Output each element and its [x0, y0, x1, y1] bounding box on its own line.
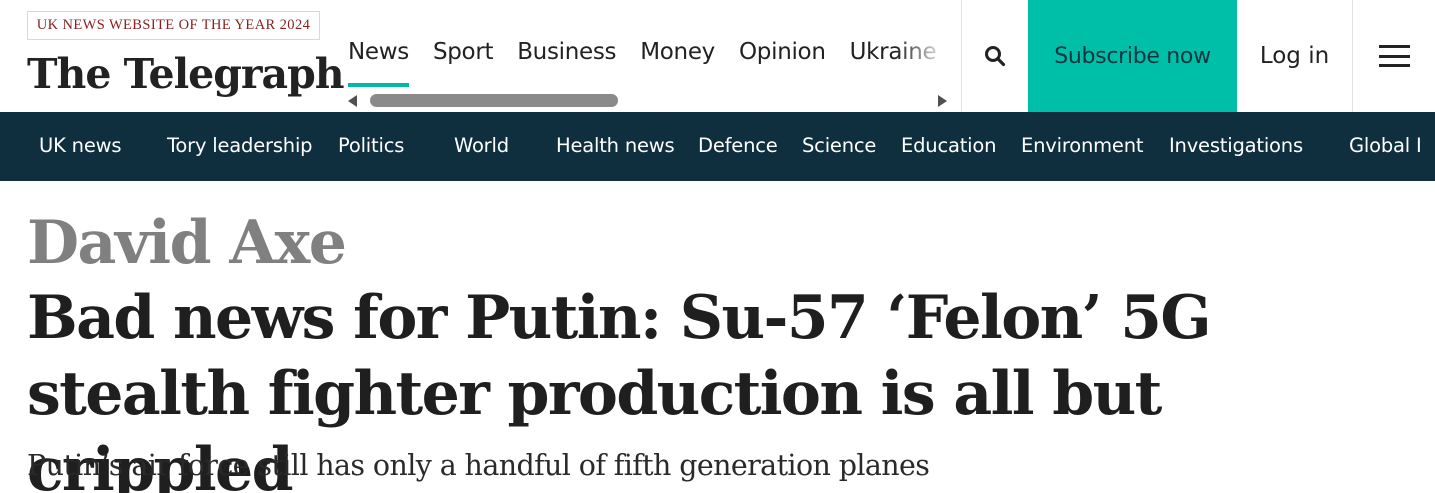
nav-fade-overlay — [896, 0, 956, 90]
author-name[interactable]: David Axe — [27, 205, 347, 281]
primary-nav-business[interactable]: Business — [517, 33, 616, 89]
secondary-nav-education[interactable]: Education — [901, 112, 996, 181]
secondary-nav-environment[interactable]: Environment — [1021, 112, 1144, 181]
primary-nav-money[interactable]: Money — [640, 33, 715, 89]
article-standfirst: Putin’s air force still has only a handf… — [27, 449, 930, 482]
secondary-nav-uk-news[interactable]: UK news — [39, 112, 122, 181]
secondary-nav-global[interactable]: Global I — [1349, 112, 1422, 181]
secondary-nav-politics[interactable]: Politics — [338, 112, 404, 181]
primary-nav-scrollbar[interactable] — [345, 90, 950, 110]
secondary-nav-science[interactable]: Science — [802, 112, 876, 181]
search-button[interactable] — [962, 0, 1028, 112]
site-header: UK NEWS WEBSITE OF THE YEAR 2024 The Tel… — [0, 0, 1435, 112]
secondary-nav-health-news[interactable]: Health news — [556, 112, 675, 181]
secondary-nav-world[interactable]: World — [454, 112, 509, 181]
primary-nav: News Sport Business Money Opinion Ukrain… — [336, 0, 956, 90]
award-badge: UK NEWS WEBSITE OF THE YEAR 2024 — [27, 11, 320, 40]
primary-nav-sport[interactable]: Sport — [433, 33, 494, 89]
secondary-nav-investigations[interactable]: Investigations — [1169, 112, 1303, 181]
scroll-left-arrow-icon[interactable] — [348, 95, 357, 107]
secondary-nav-defence[interactable]: Defence — [698, 112, 778, 181]
secondary-nav: UK news Tory leadership Politics World H… — [0, 112, 1435, 181]
primary-nav-news[interactable]: News — [348, 33, 409, 89]
secondary-nav-tory-leadership[interactable]: Tory leadership — [167, 112, 313, 181]
scrollbar-thumb[interactable] — [370, 94, 618, 107]
scroll-right-arrow-icon[interactable] — [938, 95, 947, 107]
primary-nav-opinion[interactable]: Opinion — [739, 33, 826, 89]
subscribe-button[interactable]: Subscribe now — [1028, 0, 1237, 112]
telegraph-logo[interactable]: The Telegraph — [27, 46, 345, 102]
hamburger-menu-icon — [1378, 45, 1410, 67]
menu-button[interactable] — [1353, 0, 1435, 112]
login-button[interactable]: Log in — [1237, 0, 1352, 112]
search-icon — [985, 46, 1006, 67]
